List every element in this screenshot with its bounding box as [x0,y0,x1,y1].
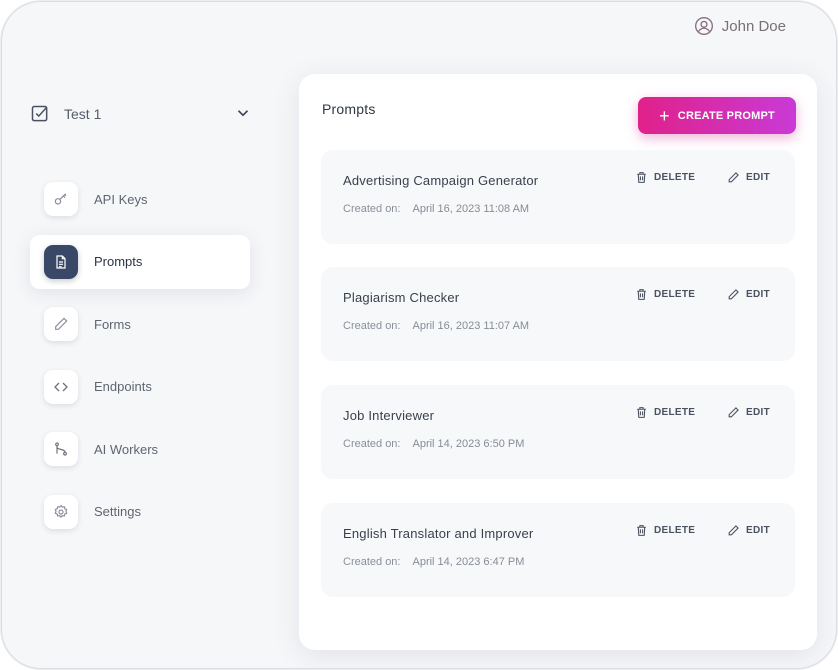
edit-button[interactable]: EDIT [727,171,770,184]
checkbox-icon [31,105,48,122]
sidebar-item-label: Prompts [94,254,143,269]
edit-button[interactable]: EDIT [727,524,770,537]
prompt-name: Job Interviewer [343,408,435,423]
prompt-meta: Created on: April 16, 2023 11:08 AM [343,203,529,215]
sidebar-item-label: Endpoints [94,379,152,394]
delete-button[interactable]: DELETE [635,171,695,184]
trash-icon [637,525,646,536]
edit-label: EDIT [746,407,770,418]
sidebar-item-label: Settings [94,504,141,519]
prompt-meta: Created on: April 14, 2023 6:47 PM [343,556,524,568]
created-on-label: Created on: [343,438,401,450]
prompt-name: Plagiarism Checker [343,290,460,305]
create-prompt-label: CREATE PROMPT [677,109,775,122]
prompts-panel: Prompts + CREATE PROMPT Advertising Camp… [299,74,817,650]
git-branch-icon [44,432,78,466]
pencil-icon [728,407,739,418]
edit-label: EDIT [746,525,770,536]
created-on-label: Created on: [343,203,401,215]
created-on-label: Created on: [343,320,401,332]
edit-label: EDIT [746,289,770,300]
project-name: Test 1 [64,106,102,122]
delete-button[interactable]: DELETE [635,288,695,301]
created-on-label: Created on: [343,556,401,568]
chevron-down-icon[interactable] [234,104,252,122]
list-item[interactable]: Plagiarism Checker Created on: April 16, … [321,267,795,361]
created-date: April 16, 2023 11:08 AM [412,203,530,215]
sidebar-item-label: API Keys [94,191,148,207]
delete-label: DELETE [654,289,696,300]
sidebar-item-endpoints[interactable]: Endpoints [30,360,250,414]
sidebar-item-label: Forms [94,316,131,332]
sidebar-item-api-keys[interactable]: API Keys [30,172,250,226]
user-avatar-icon [694,17,713,35]
delete-button[interactable]: DELETE [635,524,695,537]
sidebar-item-settings[interactable]: Settings [30,485,250,539]
delete-button[interactable]: DELETE [635,406,695,419]
plus-icon: + [659,105,670,126]
pencil-icon [728,525,739,536]
sidebar-item-forms[interactable]: Forms [30,297,250,351]
edit-button[interactable]: EDIT [727,288,770,301]
prompt-meta: Created on: April 16, 2023 11:07 AM [343,320,529,332]
project-selector[interactable]: Test 1 [30,92,252,136]
created-date: April 14, 2023 6:47 PM [412,556,525,568]
user-name: John Doe [721,17,786,35]
prompt-name: English Translator and Improver [343,526,534,541]
key-icon [44,182,78,216]
list-item[interactable]: Job Interviewer Created on: April 14, 202… [321,385,795,479]
sidebar-item-ai-workers[interactable]: AI Workers [30,422,250,476]
trash-icon [637,172,646,183]
list-item[interactable]: Advertising Campaign Generator Created o… [321,150,795,244]
app-frame: John Doe Test 1 API Keys Prompts Forms E… [1,1,837,669]
delete-label: DELETE [654,407,696,418]
prompt-name: Advertising Campaign Generator [343,173,539,188]
document-icon [44,244,78,279]
gear-icon [44,494,78,529]
create-prompt-button[interactable]: + CREATE PROMPT [638,97,796,134]
edit-button[interactable]: EDIT [727,406,770,419]
pencil-icon [728,172,739,183]
user-menu[interactable]: John Doe [694,16,786,36]
sidebar-item-label: AI Workers [94,441,159,457]
sidebar-nav: API Keys Prompts Forms Endpoints AI Work… [30,172,250,547]
created-date: April 14, 2023 6:50 PM [412,438,525,450]
trash-icon [637,289,646,300]
pencil-icon [44,307,78,341]
prompt-meta: Created on: April 14, 2023 6:50 PM [343,438,524,450]
list-item[interactable]: English Translator and Improver Created … [321,503,795,597]
created-date: April 16, 2023 11:07 AM [412,320,530,332]
trash-icon [637,407,646,418]
edit-label: EDIT [746,172,770,183]
delete-label: DELETE [654,525,696,536]
pencil-icon [728,289,739,300]
page-title: Prompts [322,101,376,117]
sidebar-item-prompts[interactable]: Prompts [30,234,250,289]
code-brackets-icon [44,369,78,404]
delete-label: DELETE [654,172,696,183]
